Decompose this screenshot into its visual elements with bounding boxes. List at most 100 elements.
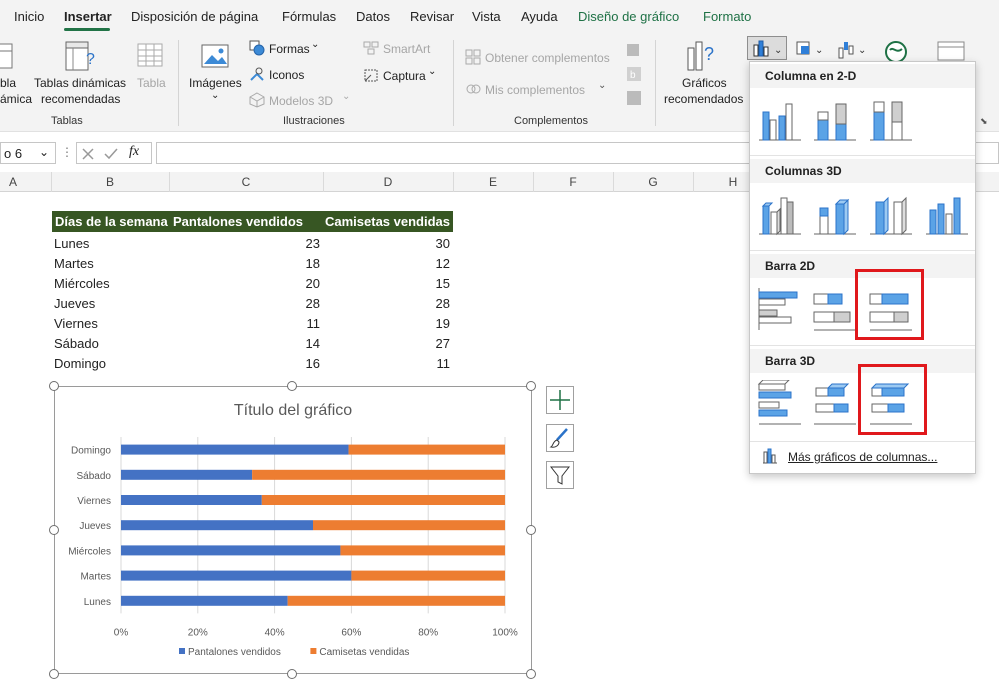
chart-legend[interactable]: Pantalones vendidos Camisetas vendidas <box>179 647 409 658</box>
table-cell-day[interactable]: Lunes <box>54 236 89 251</box>
table-cell-camisetas[interactable]: 28 <box>420 296 450 311</box>
resize-handle[interactable] <box>287 669 297 679</box>
screenshot-label[interactable]: Captura <box>383 68 426 84</box>
tab-vista[interactable]: Vista <box>472 9 501 24</box>
column-header-b[interactable]: B <box>51 175 169 189</box>
table-cell-camisetas[interactable]: 11 <box>420 356 451 371</box>
icons-label[interactable]: Iconos <box>269 67 304 83</box>
more-column-charts-link[interactable]: Más gráficos de columnas... <box>788 450 937 464</box>
3d-100-stacked-column-icon[interactable] <box>868 190 914 236</box>
column-header-g[interactable]: G <box>613 175 693 189</box>
table-header-day[interactable]: Días de la semana <box>52 211 170 232</box>
chevron-down-icon[interactable]: ⌄ <box>598 80 606 91</box>
column-header-f[interactable]: F <box>533 175 613 189</box>
table-cell-camisetas[interactable]: 27 <box>420 336 450 351</box>
table-header-pantalones[interactable]: Pantalones vendidos <box>170 211 323 232</box>
3d-clustered-bar-icon[interactable] <box>757 380 803 426</box>
table-cell-day[interactable]: Domingo <box>54 356 106 371</box>
table-cell-camisetas[interactable]: 30 <box>420 236 450 251</box>
3d-models-label[interactable]: Modelos 3D <box>269 93 333 109</box>
table-cell-day[interactable]: Viernes <box>54 316 98 331</box>
resize-handle[interactable] <box>49 381 59 391</box>
shapes-label[interactable]: Formas <box>269 41 310 57</box>
tab-ayuda[interactable]: Ayuda <box>521 9 558 24</box>
images-label[interactable]: Imágenes <box>189 75 242 91</box>
pivot-table-label-2[interactable]: ámica <box>0 91 32 107</box>
table-cell-pantalones[interactable]: 28 <box>290 296 320 311</box>
clustered-bar-icon[interactable] <box>757 286 803 332</box>
more-options-icon[interactable]: ⋮ <box>61 145 73 159</box>
table-cell-day[interactable]: Miércoles <box>54 276 110 291</box>
table-cell-camisetas[interactable]: 19 <box>420 316 450 331</box>
clustered-column-icon[interactable] <box>757 96 803 142</box>
column-header-a[interactable]: A <box>0 175 26 189</box>
tab-formato[interactable]: Formato <box>703 9 751 24</box>
hierarchy-chart-icon[interactable]: ⌄ <box>795 40 831 60</box>
chart-area[interactable]: Título del gráfico Domingo Sábado Viernes J… <box>54 386 532 674</box>
tab-inicio[interactable]: Inicio <box>14 9 44 24</box>
chevron-down-icon[interactable]: ⌄ <box>211 90 219 101</box>
chevron-down-icon[interactable]: ⌄ <box>311 39 319 50</box>
recommended-pivot-label-2[interactable]: recomendadas <box>41 91 120 107</box>
confirm-icon[interactable] <box>103 147 119 161</box>
table-cell-day[interactable]: Martes <box>54 256 94 271</box>
table-cell-pantalones[interactable]: 16 <box>290 356 320 371</box>
chart-title[interactable]: Título del gráfico <box>234 402 352 419</box>
column-header-c[interactable]: C <box>169 175 323 189</box>
3d-clustered-column-icon[interactable] <box>757 190 803 236</box>
resize-handle[interactable] <box>526 669 536 679</box>
100-stacked-column-icon[interactable] <box>868 96 914 142</box>
recommended-charts-label-1[interactable]: Gráficos <box>682 75 727 91</box>
stacked-column-icon[interactable] <box>812 96 858 142</box>
column-header-d[interactable]: D <box>323 175 453 189</box>
table-cell-camisetas[interactable]: 15 <box>420 276 450 291</box>
table-cell-pantalones[interactable]: 14 <box>290 336 320 351</box>
table-cell-pantalones[interactable]: 18 <box>290 256 320 271</box>
tab-formulas[interactable]: Fórmulas <box>282 9 336 24</box>
ribbon-tab-bar: Inicio Insertar Disposición de página Fó… <box>0 0 999 34</box>
my-addins-label[interactable]: Mis complementos <box>485 82 585 98</box>
cancel-icon[interactable] <box>81 147 95 161</box>
table-label[interactable]: Tabla <box>137 75 166 91</box>
insert-column-chart-button[interactable]: ⌄ <box>747 36 787 60</box>
resize-handle[interactable] <box>526 381 536 391</box>
insert-function-icon[interactable]: fx <box>129 144 139 160</box>
chart-category-labels: Domingo Sábado Viernes Jueves Miércoles Marte… <box>68 446 111 608</box>
tab-datos[interactable]: Datos <box>356 9 390 24</box>
pivot-table-label-1[interactable]: bla <box>0 75 16 91</box>
waterfall-chart-icon[interactable]: ⌄ <box>836 38 872 60</box>
recommended-pivot-label-1[interactable]: Tablas dinámicas <box>34 75 126 91</box>
table-cell-pantalones[interactable]: 23 <box>290 236 320 251</box>
smartart-label[interactable]: SmartArt <box>383 41 430 57</box>
tab-diseno-grafico[interactable]: Diseño de gráfico <box>578 9 679 24</box>
resize-handle[interactable] <box>49 669 59 679</box>
table-cell-camisetas[interactable]: 12 <box>420 256 450 271</box>
resize-handle[interactable] <box>287 381 297 391</box>
tab-insertar[interactable]: Insertar <box>64 9 112 24</box>
chart-filters-button[interactable] <box>546 461 574 489</box>
tab-disposicion-pagina[interactable]: Disposición de página <box>131 9 258 24</box>
table-cell-day[interactable]: Sábado <box>54 336 99 351</box>
resize-handle[interactable] <box>49 525 59 535</box>
3d-stacked-column-icon[interactable] <box>812 190 858 236</box>
chevron-down-icon[interactable]: ⌄ <box>39 145 49 159</box>
get-addins-label[interactable]: Obtener complementos <box>485 50 610 66</box>
recommended-charts-label-2[interactable]: recomendados <box>664 91 743 107</box>
3d-column-icon[interactable] <box>924 190 970 236</box>
category-label: Sábado <box>77 471 112 482</box>
chevron-down-icon[interactable]: ⌄ <box>428 66 436 77</box>
column-header-e[interactable]: E <box>453 175 533 189</box>
stacked-bar-icon[interactable] <box>812 286 858 332</box>
dialog-launcher-icon[interactable]: ⬊ <box>980 116 988 127</box>
chevron-down-icon[interactable]: ⌄ <box>342 91 350 102</box>
table-header-camisetas[interactable]: Camisetas vendidas <box>323 211 453 232</box>
tab-revisar[interactable]: Revisar <box>410 9 454 24</box>
table-cell-pantalones[interactable]: 11 <box>290 316 321 331</box>
chart-styles-button[interactable] <box>546 424 574 452</box>
legend-label: Pantalones vendidos <box>188 647 281 658</box>
chart-elements-button[interactable] <box>546 386 574 414</box>
table-cell-pantalones[interactable]: 20 <box>290 276 320 291</box>
3d-stacked-bar-icon[interactable] <box>812 380 858 426</box>
resize-handle[interactable] <box>526 525 536 535</box>
table-cell-day[interactable]: Jueves <box>54 296 95 311</box>
